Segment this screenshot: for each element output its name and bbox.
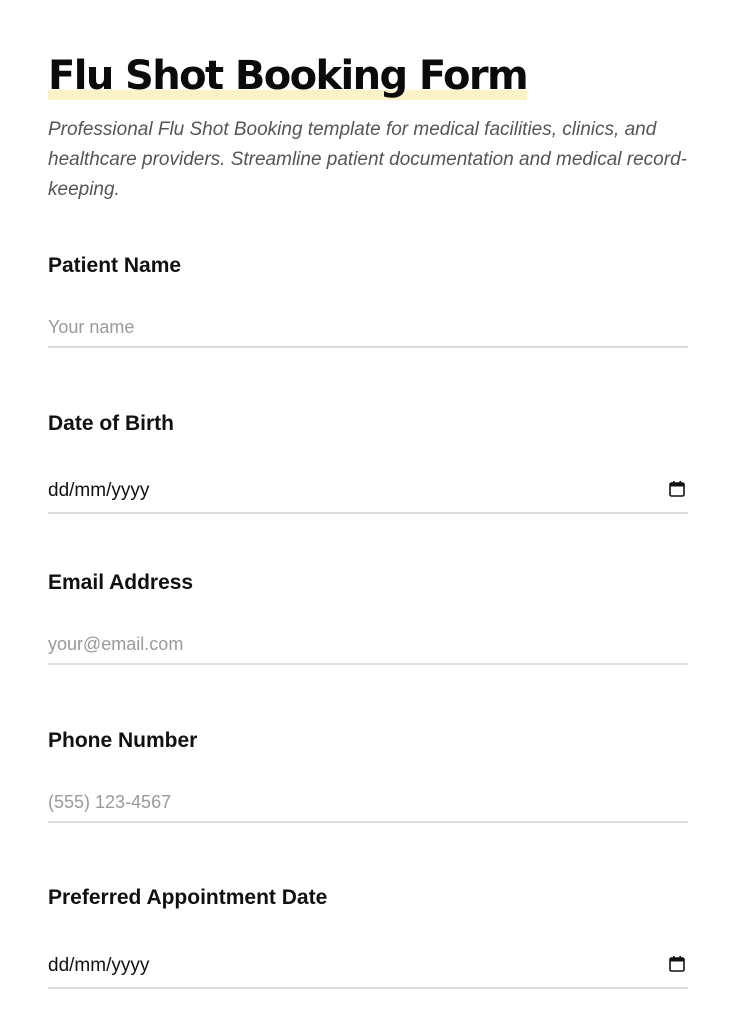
phone-field: Phone Number [48, 727, 688, 823]
page-title-text: Flu Shot Booking Form [48, 53, 529, 99]
date-of-birth-label: Date of Birth [48, 412, 174, 435]
patient-name-field: Patient Name [48, 252, 688, 348]
email-input[interactable] [48, 625, 688, 663]
form-description: Professional Flu Shot Booking template f… [48, 119, 687, 200]
calendar-icon[interactable] [668, 955, 686, 973]
phone-input[interactable] [48, 783, 688, 821]
appointment-date-input[interactable]: dd/mm/yyyy [48, 947, 688, 989]
patient-name-label: Patient Name [48, 254, 182, 277]
phone-input-wrap [48, 783, 688, 823]
title-block: Flu Shot Booking Form [48, 52, 529, 100]
email-input-wrap [48, 625, 688, 665]
email-field: Email Address [48, 569, 688, 665]
date-of-birth-input[interactable]: dd/mm/yyyy [48, 472, 688, 514]
appointment-date-label: Preferred Appointment Date [48, 886, 328, 909]
appointment-date-field: Preferred Appointment Date dd/mm/yyyy [48, 884, 688, 989]
patient-name-input[interactable] [48, 308, 688, 346]
patient-name-input-wrap [48, 308, 688, 348]
appointment-date-value: dd/mm/yyyy [48, 955, 150, 976]
calendar-icon[interactable] [668, 480, 686, 498]
phone-label: Phone Number [48, 729, 198, 752]
email-label: Email Address [48, 571, 194, 594]
date-of-birth-value: dd/mm/yyyy [48, 480, 150, 501]
date-of-birth-field: Date of Birth dd/mm/yyyy [48, 410, 688, 514]
page-title: Flu Shot Booking Form [48, 52, 529, 100]
